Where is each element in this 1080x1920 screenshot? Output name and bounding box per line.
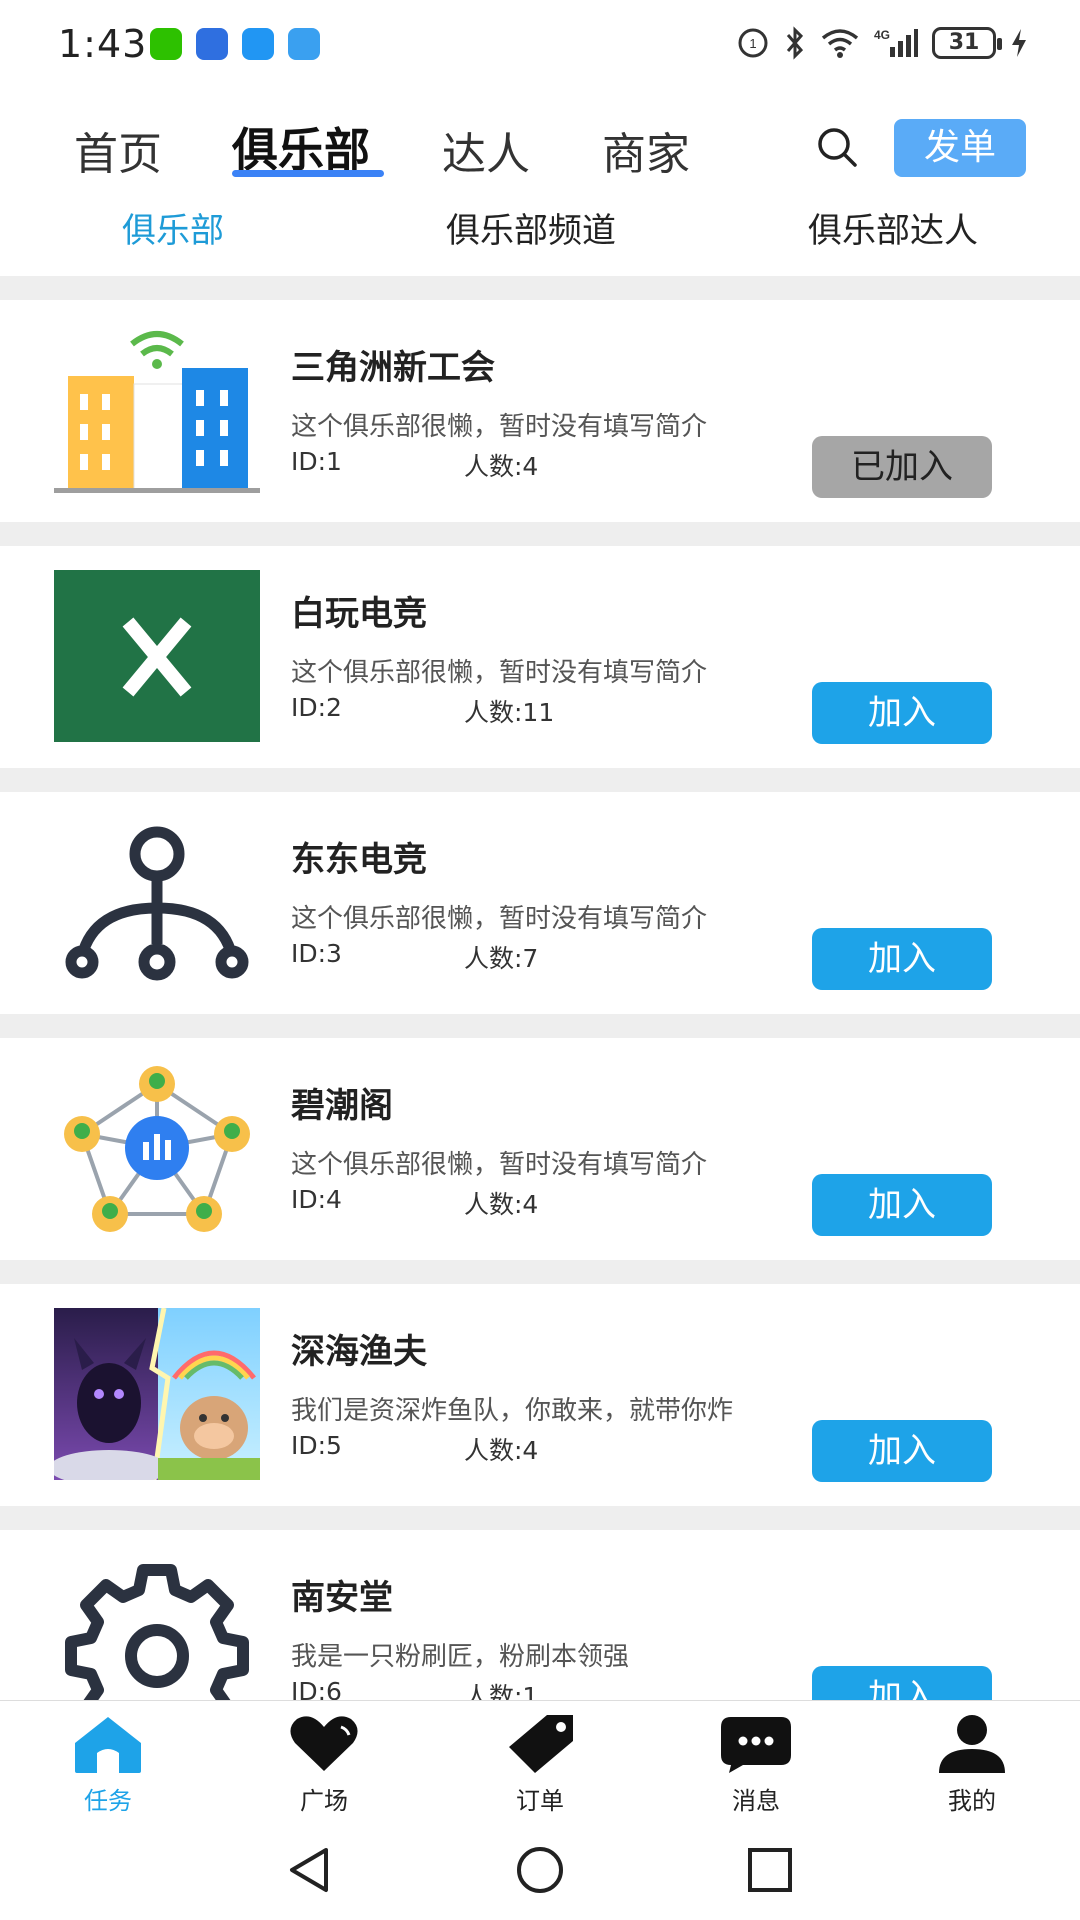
- club-item[interactable]: 深海渔夫 我们是资深炸鱼队，你敢来，就带你炸 ID:5 人数:4 加入: [0, 1284, 1080, 1506]
- wifi-icon: [821, 29, 859, 58]
- chat-icon: [721, 1717, 791, 1773]
- join-button[interactable]: 加入: [812, 682, 992, 744]
- svg-text:4G: 4G: [874, 28, 890, 42]
- divider: [0, 1014, 1080, 1038]
- org-tree-icon: [54, 816, 260, 988]
- hand-app-icon: [196, 28, 228, 60]
- club-id: ID:4: [291, 1185, 342, 1214]
- tab-label: 消息: [732, 1787, 780, 1815]
- tab-merchant[interactable]: 商家: [602, 118, 690, 182]
- wechat-icon: [150, 28, 182, 60]
- club-description: 这个俱乐部很懒，暂时没有填写简介: [291, 1150, 708, 1180]
- club-item[interactable]: 南安堂 我是一只粉刷匠，粉刷本领强 ID:6 人数:1 加入: [0, 1530, 1080, 1700]
- divider: [0, 1506, 1080, 1530]
- tab-order[interactable]: 订单: [480, 1713, 600, 1816]
- club-item[interactable]: 白玩电竞 这个俱乐部很懒，暂时没有填写简介 ID:2 人数:11 加入: [0, 546, 1080, 768]
- tab-message[interactable]: 消息: [696, 1713, 816, 1816]
- post-order-button[interactable]: 发单: [894, 119, 1026, 177]
- club-id: ID:6: [291, 1677, 342, 1700]
- divider: [0, 522, 1080, 546]
- tab-home[interactable]: 首页: [74, 118, 162, 182]
- status-indicators: 1 4G 31: [736, 26, 1028, 60]
- search-icon[interactable]: [815, 125, 859, 169]
- message-app-icon: [242, 28, 274, 60]
- alarm-icon: 1: [738, 28, 768, 58]
- heart-icon: [290, 1716, 358, 1771]
- join-button[interactable]: 加入: [812, 1420, 992, 1482]
- join-button[interactable]: 加入: [812, 1666, 992, 1700]
- tab-mine[interactable]: 我的: [912, 1713, 1032, 1816]
- svg-text:1: 1: [749, 36, 756, 51]
- club-description: 我们是资深炸鱼队，你敢来，就带你炸: [291, 1396, 734, 1426]
- charging-icon: [1012, 29, 1026, 57]
- tab-label: 任务: [84, 1787, 132, 1815]
- club-member-count: 人数:4: [464, 452, 539, 481]
- signal-icon: 4G: [874, 28, 918, 57]
- club-list[interactable]: 三角洲新工会 这个俱乐部很懒，暂时没有填写简介 ID:1 人数:4 已加入 白玩…: [0, 276, 1080, 1700]
- bottom-tab-bar: 任务 广场 订单 消息 我的: [0, 1700, 1080, 1820]
- subtab-club-talent[interactable]: 俱乐部达人: [808, 203, 978, 252]
- club-description: 这个俱乐部很懒，暂时没有填写简介: [291, 658, 708, 688]
- weather-app-icon: [288, 28, 320, 60]
- club-description: 我是一只粉刷匠，粉刷本领强: [291, 1642, 630, 1672]
- tab-label: 我的: [948, 1787, 996, 1815]
- club-member-count: 人数:4: [464, 1436, 539, 1465]
- club-name: 白玩电竞: [291, 594, 427, 634]
- club-item[interactable]: 三角洲新工会 这个俱乐部很懒，暂时没有填写简介 ID:1 人数:4 已加入: [0, 300, 1080, 522]
- club-id: ID:5: [291, 1431, 342, 1460]
- club-item[interactable]: 碧潮阁 这个俱乐部很懒，暂时没有填写简介 ID:4 人数:4 加入: [0, 1038, 1080, 1260]
- tag-icon: [509, 1715, 573, 1773]
- gear-icon: [54, 1554, 260, 1700]
- club-member-count: 人数:7: [464, 944, 539, 973]
- home-circle-icon[interactable]: [512, 1842, 568, 1898]
- join-button[interactable]: 加入: [812, 928, 992, 990]
- active-tab-indicator: [232, 170, 384, 177]
- subtab-club[interactable]: 俱乐部: [122, 203, 224, 252]
- club-item[interactable]: 东东电竞 这个俱乐部很懒，暂时没有填写简介 ID:3 人数:7 加入: [0, 792, 1080, 1014]
- club-name: 南安堂: [291, 1578, 393, 1618]
- divider: [0, 768, 1080, 792]
- bluetooth-icon: [786, 26, 804, 60]
- club-name: 东东电竞: [291, 840, 427, 880]
- battery-indicator: 31: [932, 27, 1002, 59]
- club-description: 这个俱乐部很懒，暂时没有填写简介: [291, 904, 708, 934]
- club-member-count: 人数:11: [464, 698, 555, 727]
- recents-square-icon[interactable]: [742, 1842, 798, 1898]
- divider: [0, 1260, 1080, 1284]
- excel-x-icon: [54, 570, 260, 742]
- divider: [0, 276, 1080, 300]
- club-id: ID:3: [291, 939, 342, 968]
- home-icon: [75, 1717, 141, 1773]
- club-name: 碧潮阁: [291, 1086, 393, 1126]
- subtab-club-channel[interactable]: 俱乐部频道: [446, 203, 616, 252]
- tab-task[interactable]: 任务: [48, 1713, 168, 1816]
- club-member-count: 人数:4: [464, 1190, 539, 1219]
- notification-icons: [150, 28, 320, 60]
- tab-square[interactable]: 广场: [264, 1713, 384, 1816]
- joined-button[interactable]: 已加入: [812, 436, 992, 498]
- building-wifi-icon: [54, 324, 260, 496]
- status-time: 1:43: [58, 22, 148, 66]
- status-bar: 1:43 1 4G 31: [0, 0, 1080, 88]
- club-id: ID:2: [291, 693, 342, 722]
- club-description: 这个俱乐部很懒，暂时没有填写简介: [291, 412, 708, 442]
- cartoon-battle-image: [54, 1308, 260, 1480]
- club-member-count: 人数:1: [464, 1682, 539, 1700]
- network-people-icon: [54, 1062, 260, 1234]
- tab-label: 订单: [516, 1787, 564, 1815]
- club-name: 三角洲新工会: [291, 348, 495, 388]
- club-id: ID:1: [291, 447, 342, 476]
- system-navigation-bar: [0, 1820, 1080, 1920]
- tab-talent[interactable]: 达人: [442, 118, 530, 182]
- join-button[interactable]: 加入: [812, 1174, 992, 1236]
- club-name: 深海渔夫: [291, 1332, 427, 1372]
- tab-label: 广场: [300, 1787, 348, 1815]
- user-icon: [939, 1715, 1005, 1773]
- back-icon[interactable]: [282, 1842, 338, 1898]
